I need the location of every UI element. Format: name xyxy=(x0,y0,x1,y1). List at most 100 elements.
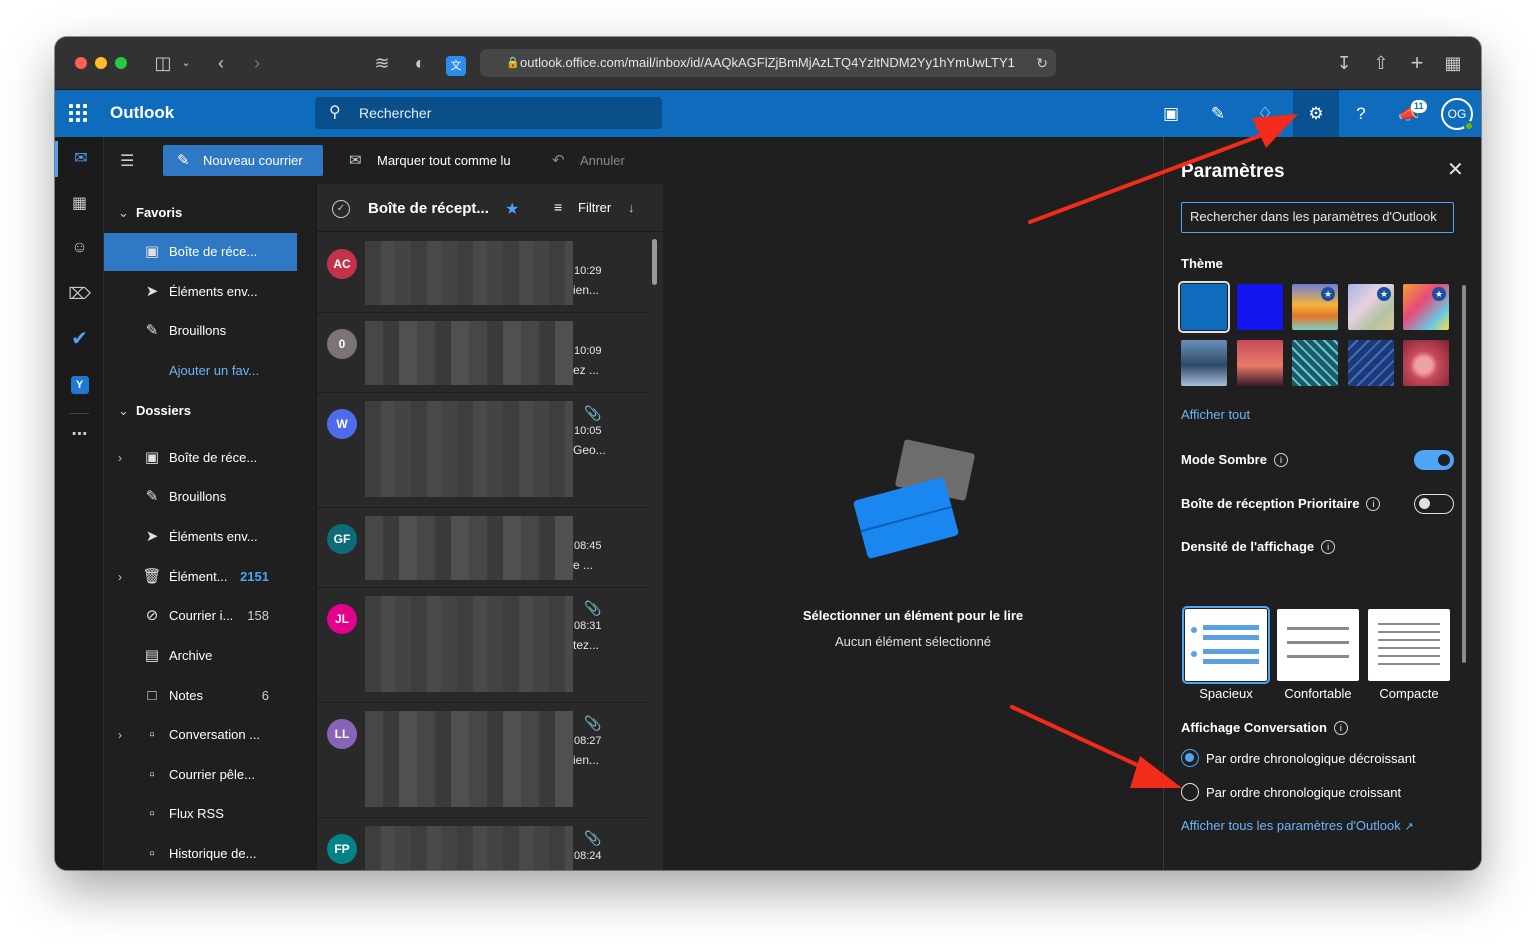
all-settings-link[interactable]: Afficher tous les paramètres d'Outlook ↗ xyxy=(1181,818,1414,833)
dark-mode-toggle[interactable] xyxy=(1414,450,1454,470)
info-icon[interactable]: i xyxy=(1273,453,1288,467)
favorite-sent[interactable]: ➤ Éléments env... xyxy=(104,273,297,311)
folder-sent[interactable]: ➤ Éléments env... xyxy=(104,518,297,556)
theme-swatch-bokeh[interactable] xyxy=(1403,340,1449,386)
search-box[interactable]: ⚲ Rechercher xyxy=(315,97,662,129)
browser-toolbar: ◫ ⌄ ‹ › ≋ ◐ 文 🔒 outlook.office.com/mail/… xyxy=(55,37,1481,90)
theme-swatch-mountain[interactable] xyxy=(1181,340,1227,386)
message-preview: e ... xyxy=(573,558,594,572)
mail-icon[interactable]: ✉ xyxy=(55,141,104,177)
share-icon[interactable]: ⇧ xyxy=(1369,51,1393,75)
attachment-icon[interactable]: ⌦ xyxy=(55,277,104,313)
shield-icon[interactable]: ◐ xyxy=(409,51,431,75)
folder-drafts[interactable]: ✎ Brouillons xyxy=(104,478,297,516)
undo-button[interactable]: ↶ Annuler xyxy=(552,145,625,176)
translate-extension-icon[interactable]: 文 xyxy=(445,51,467,76)
favorite-drafts[interactable]: ✎ Brouillons xyxy=(104,312,297,350)
calendar-icon[interactable]: ▦ xyxy=(55,186,104,222)
filter-button[interactable]: ≡ Filtrer xyxy=(554,199,611,215)
todo-check-icon[interactable]: ✔ xyxy=(55,321,104,357)
theme-swatch-blueprint[interactable] xyxy=(1348,340,1394,386)
folder-deleted[interactable]: › 🗑 Élément... 2151 xyxy=(104,558,297,596)
whats-new-icon[interactable]: 📣 11 xyxy=(1391,98,1427,130)
folder-rss[interactable]: ▫ Flux RSS xyxy=(104,795,297,833)
folder-archive[interactable]: ▤ Archive xyxy=(104,637,297,675)
folder-inbox[interactable]: › ▣ Boîte de réce... xyxy=(104,439,297,477)
favorite-inbox[interactable]: ▣ Boîte de réce... xyxy=(104,233,297,271)
settings-gear-icon[interactable]: ⚙ xyxy=(1293,90,1339,137)
settings-scrollbar[interactable] xyxy=(1462,285,1466,663)
conversation-oldest-radio[interactable] xyxy=(1181,783,1199,801)
chevron-right-icon[interactable]: › xyxy=(118,558,122,596)
more-apps-icon[interactable]: ⋯ xyxy=(55,417,104,453)
folder-history[interactable]: ▫ Historique de... xyxy=(104,835,297,870)
favorites-header[interactable]: ⌄ Favoris xyxy=(118,205,182,221)
sidebar-toggle-icon[interactable]: ◫ xyxy=(151,51,175,75)
add-favorite-link[interactable]: Ajouter un fav... xyxy=(104,352,297,390)
theme-swatch-sunset[interactable]: ★ xyxy=(1292,284,1338,330)
reload-icon[interactable]: ↻ xyxy=(1036,49,1048,77)
message-item[interactable]: LL 📎 08:27 ien... xyxy=(317,703,647,818)
folder-count: 158 xyxy=(247,608,269,623)
folder-conversation[interactable]: › ▫ Conversation ... xyxy=(104,716,297,754)
favorite-star-icon[interactable]: ★ xyxy=(505,199,519,219)
junk-icon: ⊘ xyxy=(145,607,159,624)
address-bar[interactable]: 🔒 outlook.office.com/mail/inbox/id/AAQkA… xyxy=(480,49,1056,77)
close-window-button[interactable] xyxy=(75,57,87,69)
info-icon[interactable]: i xyxy=(1321,540,1336,554)
new-tab-icon[interactable]: + xyxy=(1405,51,1429,75)
message-item[interactable]: JL 📎 08:31 tez... xyxy=(317,588,647,703)
app-launcher-icon[interactable] xyxy=(69,104,87,122)
tab-overview-icon[interactable]: ▦ xyxy=(1441,51,1465,75)
chevron-right-icon[interactable]: › xyxy=(118,439,122,477)
theme-swatch-abstract[interactable]: ★ xyxy=(1403,284,1449,330)
focused-inbox-toggle[interactable] xyxy=(1414,494,1454,514)
people-icon[interactable]: ☺ xyxy=(55,230,104,266)
folder-clutter[interactable]: ▫ Courrier pêle... xyxy=(104,756,297,794)
folder-junk[interactable]: ⊘ Courrier i... 158 xyxy=(104,597,297,635)
info-icon[interactable]: i xyxy=(1333,721,1348,735)
new-mail-button[interactable]: ✎ Nouveau courrier xyxy=(163,145,323,176)
message-list-scrollbar[interactable] xyxy=(652,239,657,285)
density-spacious-option[interactable] xyxy=(1182,606,1270,684)
hamburger-menu-icon[interactable]: ☰ xyxy=(120,151,134,171)
notification-bell-icon[interactable]: ♢ xyxy=(1247,98,1283,130)
show-all-themes-link[interactable]: Afficher tout xyxy=(1181,407,1250,422)
theme-swatch-circuit[interactable] xyxy=(1292,340,1338,386)
density-comfortable-option[interactable] xyxy=(1277,609,1359,681)
settings-search-input[interactable]: Rechercher dans les paramètres d'Outlook xyxy=(1181,202,1454,233)
message-item[interactable]: GF 08:45 e ... xyxy=(317,508,647,588)
my-day-icon[interactable]: ✎ xyxy=(1200,98,1236,130)
sort-arrow-icon[interactable]: ↓ xyxy=(628,200,635,215)
outlook-brand[interactable]: Outlook xyxy=(110,103,174,123)
theme-swatch-pastel[interactable]: ★ xyxy=(1348,284,1394,330)
download-icon[interactable]: ↧ xyxy=(1332,51,1356,75)
account-avatar[interactable]: OG xyxy=(1441,98,1474,131)
message-item[interactable]: 0 10:09 ez ... xyxy=(317,313,647,393)
message-item[interactable]: W 📎 10:05 Geo... xyxy=(317,393,647,508)
density-compact-option[interactable] xyxy=(1368,609,1450,681)
forward-icon[interactable]: › xyxy=(247,51,267,75)
chevron-down-icon[interactable]: ⌄ xyxy=(179,51,193,75)
teams-icon[interactable]: ▣ xyxy=(1153,98,1189,130)
chevron-right-icon[interactable]: › xyxy=(118,716,122,754)
mark-all-read-button[interactable]: ✉ Marquer tout comme lu xyxy=(349,145,511,176)
info-icon[interactable]: i xyxy=(1366,497,1381,511)
folders-header[interactable]: ⌄ Dossiers xyxy=(118,403,191,419)
message-time: 08:45 xyxy=(574,540,602,552)
back-icon[interactable]: ‹ xyxy=(211,51,231,75)
folder-notes[interactable]: □ Notes 6 xyxy=(104,677,297,715)
theme-swatch-blue[interactable] xyxy=(1178,281,1230,333)
select-all-checkbox[interactable]: ✓ xyxy=(332,200,350,218)
minimize-window-button[interactable] xyxy=(95,57,107,69)
rss-icon[interactable]: ≋ xyxy=(371,51,393,75)
theme-swatch-palms[interactable] xyxy=(1237,340,1283,386)
help-icon[interactable]: ? xyxy=(1343,98,1379,130)
conversation-newest-radio[interactable] xyxy=(1181,749,1199,767)
close-icon[interactable]: ✕ xyxy=(1447,157,1464,182)
zoom-window-button[interactable] xyxy=(115,57,127,69)
message-item[interactable]: FP 📎 08:24 xyxy=(317,818,647,870)
message-item[interactable]: AC 10:29 ien... xyxy=(317,233,647,313)
theme-swatch-royal[interactable] xyxy=(1237,284,1283,330)
yammer-icon[interactable]: Y xyxy=(55,366,104,402)
